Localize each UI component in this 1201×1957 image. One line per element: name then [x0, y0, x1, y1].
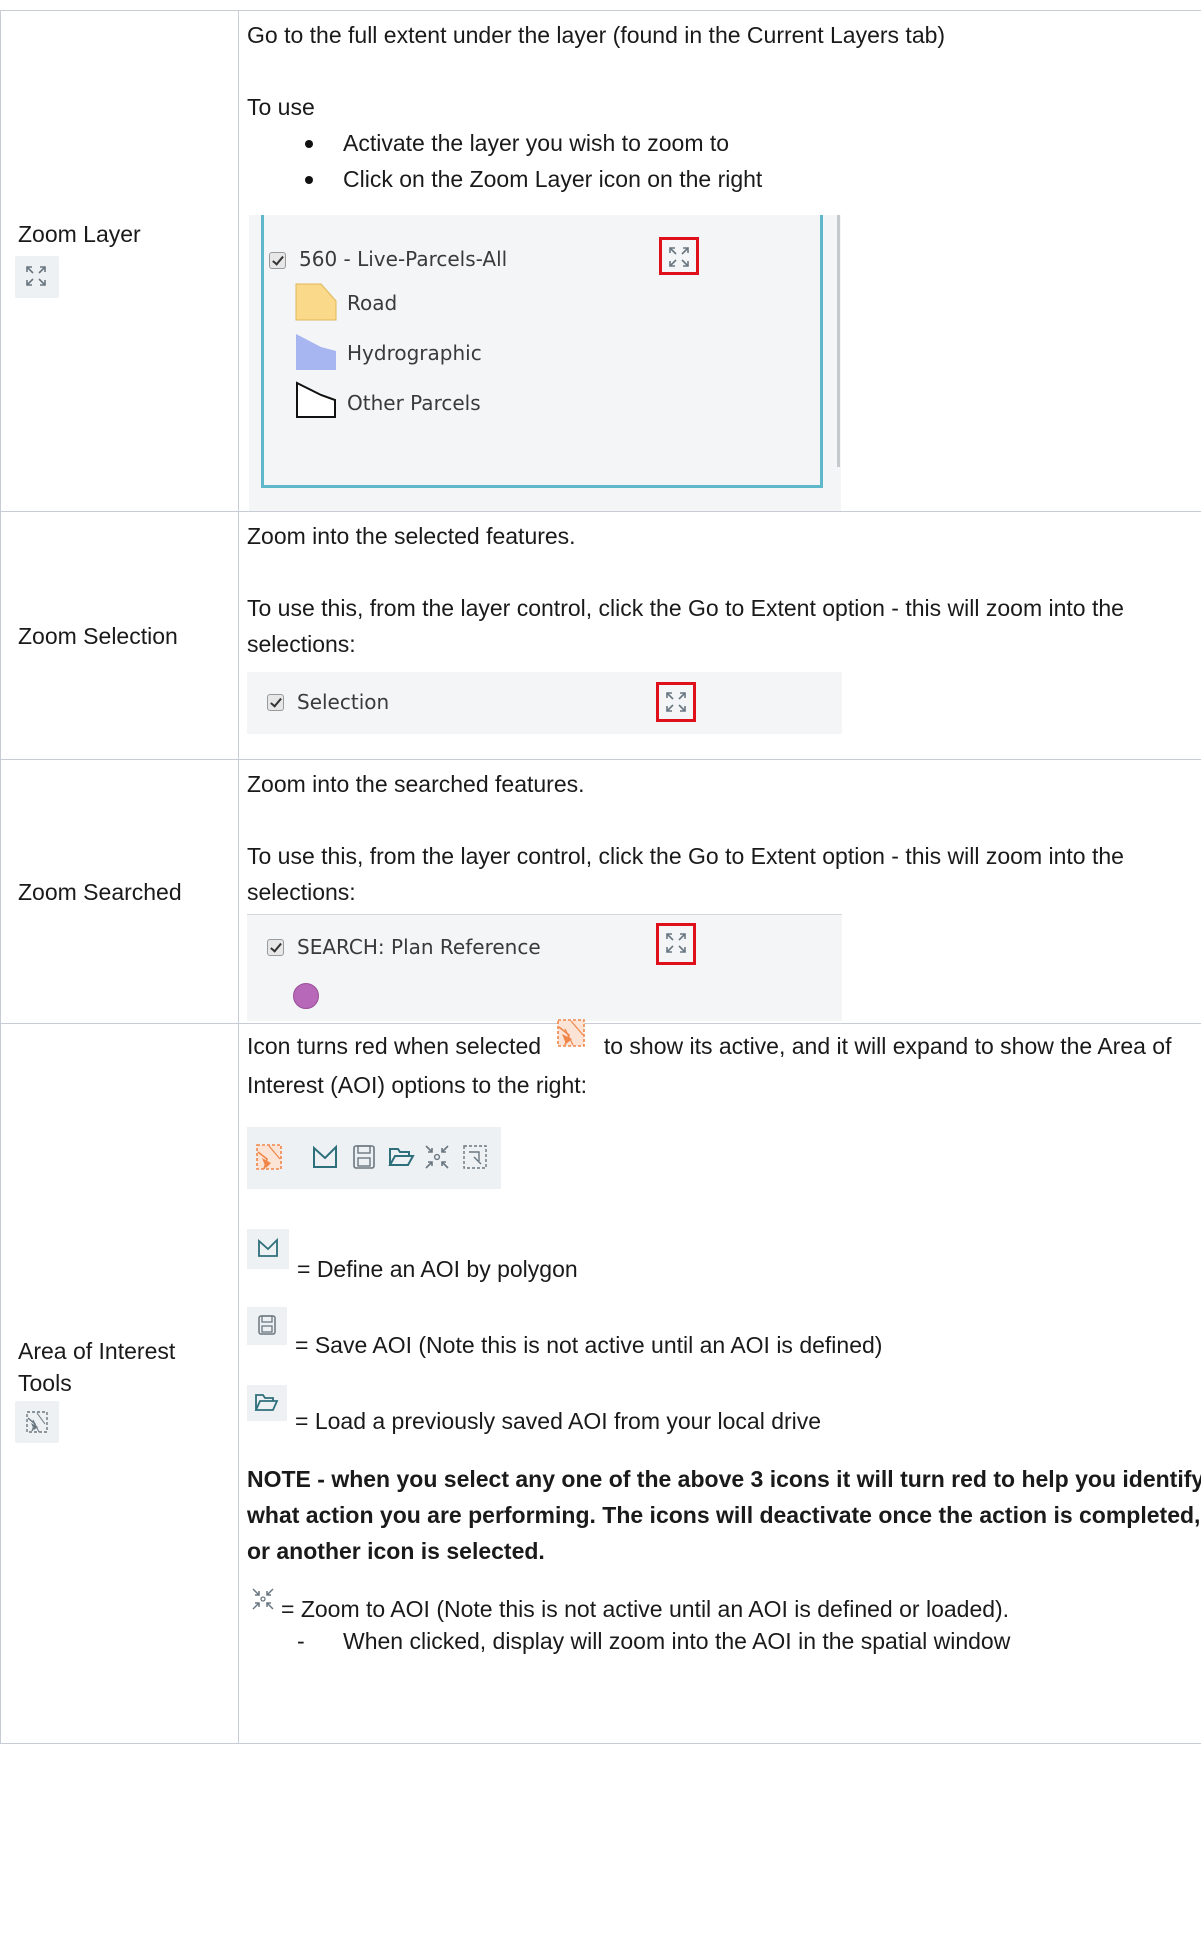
label-cell: Area of Interest Tools	[0, 1023, 239, 1744]
item-text: = Save AOI (Note this is not active unti…	[295, 1331, 883, 1358]
note-text: NOTE - when you select any one of the ab…	[247, 1465, 1201, 1564]
row-label: Tools	[18, 1370, 72, 1396]
zoom-aoi-icon	[251, 1587, 277, 1611]
clear-aoi-icon	[463, 1145, 487, 1169]
aoi-toolbar-screenshot	[247, 1126, 501, 1189]
table-row: Area of Interest Tools Icon turns red wh…	[0, 1019, 1201, 1744]
bullet-list: Activate the layer you wish to zoom to C…	[247, 125, 1201, 197]
table-row: Zoom Layer Go to the full extent under t…	[0, 10, 1201, 512]
content-cell: Icon turns red when selected to show its…	[238, 1019, 1201, 1744]
content-cell: Zoom into the searched features. To use …	[238, 759, 1201, 1024]
description: Zoom into the selected features.	[247, 523, 576, 549]
selection-panel-screenshot: Selection	[247, 672, 842, 734]
polygon-icon	[247, 1228, 289, 1269]
zoom-extent-icon	[666, 692, 686, 712]
legend-label: Hydrographic	[347, 341, 482, 365]
item-text: = Zoom to AOI (Note this is not active u…	[281, 1595, 1010, 1622]
other-parcels-symbol-icon	[296, 381, 336, 418]
instructions: To use this, from the layer control, cli…	[247, 595, 1124, 657]
aoi-icon	[15, 1401, 59, 1443]
aoi-item: = Zoom to AOI (Note this is not active u…	[247, 1587, 1201, 1627]
row-label: Zoom Searched	[18, 878, 182, 905]
table-row: Zoom Searched Zoom into the searched fea…	[0, 759, 1201, 1024]
legend-label: Road	[347, 291, 398, 315]
road-symbol-icon	[295, 283, 337, 321]
folder-open-icon	[247, 1384, 287, 1421]
label-cell: Zoom Layer	[0, 10, 239, 512]
save-icon	[247, 1306, 287, 1345]
instructions: To use this, from the layer control, cli…	[247, 843, 1124, 905]
content-cell: Go to the full extent under the layer (f…	[238, 10, 1201, 512]
dash-list: When clicked, display will zoom into the…	[247, 1627, 1201, 1655]
list-item: Activate the layer you wish to zoom to	[305, 125, 1201, 161]
layer-name: Selection	[297, 690, 390, 714]
zoom-extent-icon	[666, 933, 686, 953]
layer-name: SEARCH: Plan Reference	[297, 935, 541, 959]
polygon-icon	[313, 1144, 337, 1168]
item-text: = Define an AOI by polygon	[297, 1255, 578, 1282]
table-row: Zoom Selection Zoom into the selected fe…	[0, 511, 1201, 760]
zoom-extent-icon	[669, 247, 689, 267]
layer-name: 560 - Live-Parcels-All	[299, 247, 508, 271]
description: Go to the full extent under the layer (f…	[247, 22, 946, 48]
intro-text: Icon turns red when selected	[247, 1033, 542, 1059]
zoom-layer-highlight[interactable]	[659, 237, 699, 275]
save-icon	[353, 1145, 375, 1169]
search-result-symbol	[293, 983, 319, 1009]
item-text: = Load a previously saved AOI from your …	[295, 1407, 822, 1434]
go-to-extent-highlight[interactable]	[656, 923, 696, 965]
row-label: Zoom Selection	[18, 622, 178, 649]
layer-panel-screenshot: 560 - Live-Parcels-All Road Hydrographic…	[249, 215, 841, 511]
zoom-extent-icon	[15, 256, 59, 298]
label-cell: Zoom Selection	[0, 511, 239, 760]
aoi-active-icon	[256, 1144, 282, 1170]
description: Zoom into the searched features.	[247, 771, 585, 797]
aoi-item: = Save AOI (Note this is not active unti…	[247, 1306, 1201, 1365]
tools-table: Zoom Layer Go to the full extent under t…	[0, 10, 1201, 1744]
to-use-heading: To use	[247, 94, 315, 120]
row-label: Area of Interest	[18, 1338, 176, 1364]
aoi-active-icon	[551, 1015, 591, 1053]
aoi-item: = Load a previously saved AOI from your …	[247, 1384, 1201, 1441]
aoi-item: = Define an AOI by polygon	[247, 1228, 1201, 1287]
go-to-extent-highlight[interactable]	[656, 682, 696, 722]
layer-checkbox[interactable]	[269, 252, 286, 269]
list-item: Click on the Zoom Layer icon on the righ…	[305, 161, 1201, 197]
legend-label: Other Parcels	[347, 391, 481, 415]
hydrographic-symbol-icon	[296, 334, 336, 370]
content-cell: Zoom into the selected features. To use …	[238, 511, 1201, 760]
row-label: Zoom Layer	[18, 221, 141, 247]
layer-checkbox[interactable]	[267, 939, 284, 956]
list-item: When clicked, display will zoom into the…	[297, 1627, 1201, 1655]
zoom-aoi-icon	[425, 1145, 449, 1169]
folder-open-icon	[388, 1147, 415, 1166]
search-panel-screenshot: SEARCH: Plan Reference	[247, 914, 842, 1021]
label-cell: Zoom Searched	[0, 759, 239, 1024]
layer-checkbox[interactable]	[267, 694, 284, 711]
